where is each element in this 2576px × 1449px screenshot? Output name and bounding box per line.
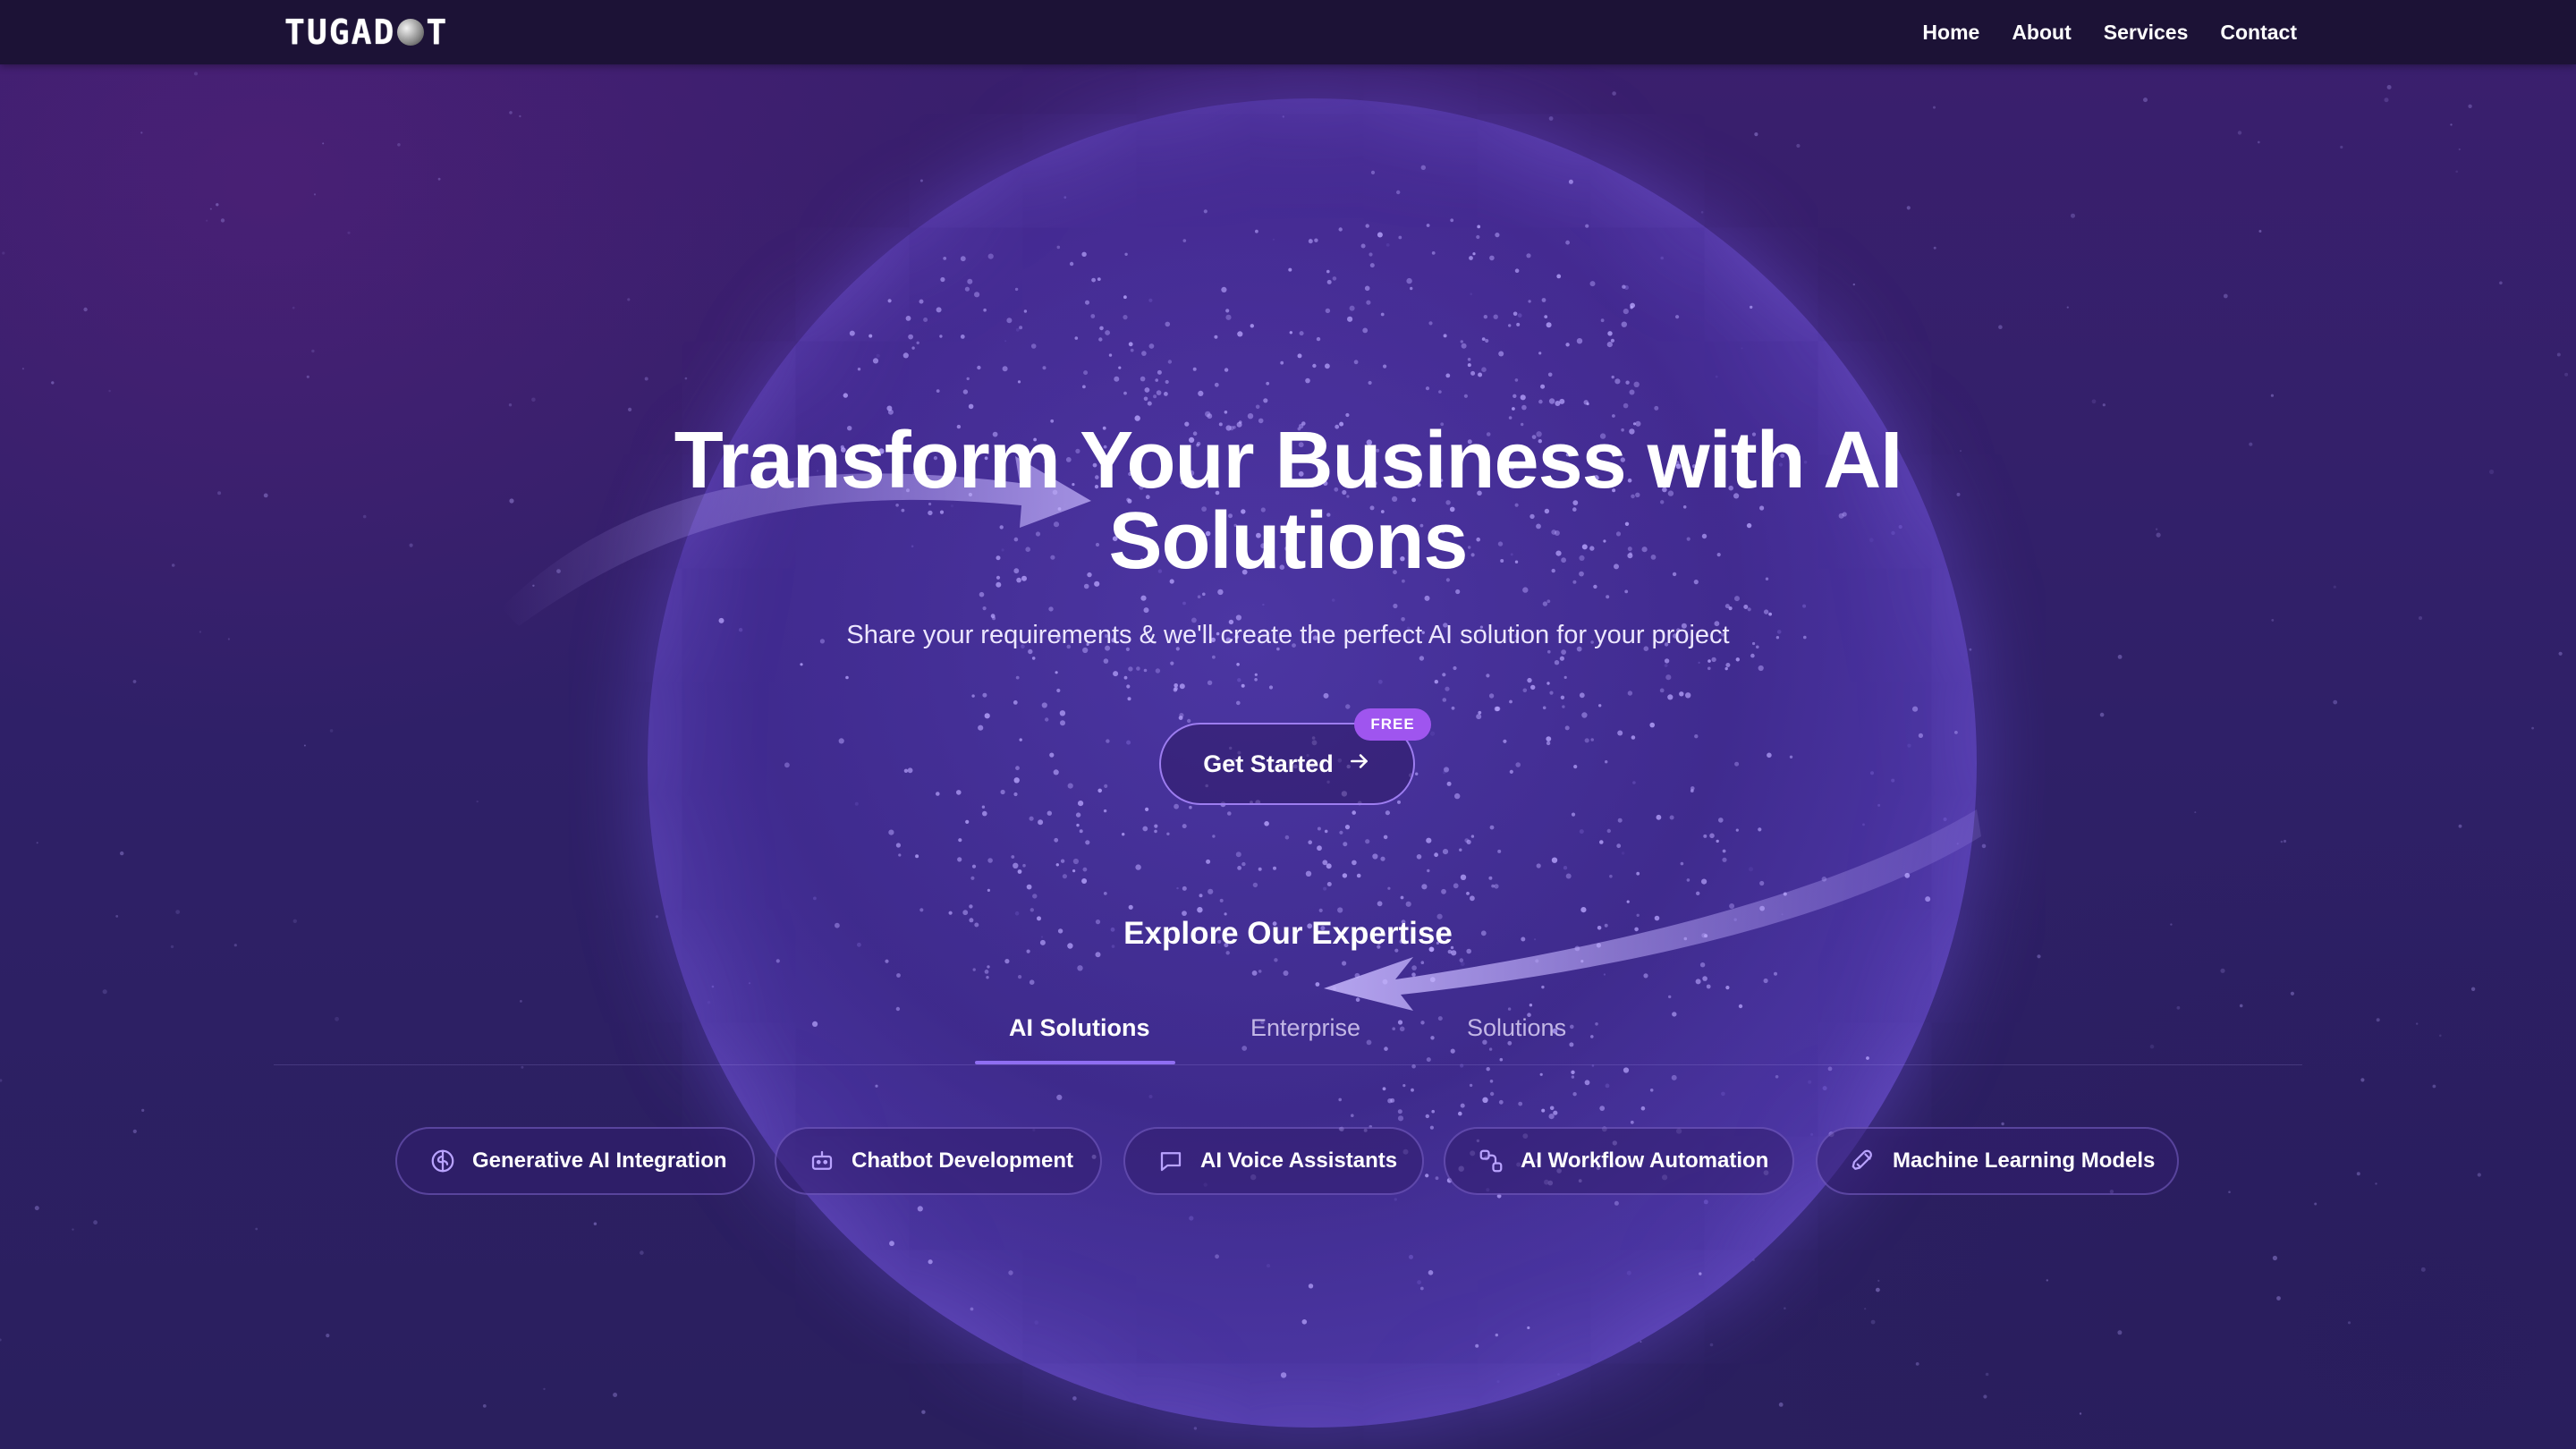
nav-home-link[interactable]: Home bbox=[1922, 21, 1979, 45]
logo-orb-icon bbox=[397, 19, 425, 46]
tab-ai-solutions[interactable]: AI Solutions bbox=[1009, 1014, 1150, 1058]
nav-services-link[interactable]: Services bbox=[2104, 21, 2189, 45]
hero-subtitle: Share your requirements & we'll create t… bbox=[846, 621, 1730, 649]
logo-text-left: TUGAD bbox=[284, 13, 396, 52]
rocket-icon bbox=[1850, 1148, 1877, 1174]
chip-label: Machine Learning Models bbox=[1893, 1148, 2156, 1173]
active-tab-indicator bbox=[975, 1061, 1175, 1064]
free-badge: FREE bbox=[1354, 708, 1431, 741]
expertise-tabs: AI Solutions Enterprise Solutions bbox=[274, 1002, 2302, 1065]
chip-label: AI Voice Assistants bbox=[1200, 1148, 1398, 1173]
tab-solutions[interactable]: Solutions bbox=[1467, 1014, 1566, 1058]
hero-title: Transform Your Business with AI Solution… bbox=[572, 420, 2004, 581]
nav-about-link[interactable]: About bbox=[2012, 21, 2071, 45]
chip-machine-learning-models[interactable]: Machine Learning Models bbox=[1816, 1127, 2179, 1195]
hero-title-line1: Transform Your Business with AI bbox=[674, 416, 1903, 505]
chip-chatbot-development[interactable]: Chatbot Development bbox=[775, 1127, 1102, 1195]
workflow-icon bbox=[1478, 1148, 1504, 1174]
chip-label: Chatbot Development bbox=[852, 1148, 1074, 1173]
hero-title-line2: Solutions bbox=[1108, 496, 1469, 586]
tab-enterprise[interactable]: Enterprise bbox=[1250, 1014, 1360, 1058]
expertise-chip-list: Generative AI Integration Chatbot Develo… bbox=[0, 1127, 2576, 1197]
chip-generative-ai-integration[interactable]: Generative AI Integration bbox=[395, 1127, 755, 1195]
nav-contact-link[interactable]: Contact bbox=[2220, 21, 2297, 45]
chip-label: Generative AI Integration bbox=[472, 1148, 727, 1173]
brand-logo[interactable]: TUGAD T bbox=[284, 13, 449, 52]
bot-icon bbox=[809, 1148, 835, 1174]
chip-ai-voice-assistants[interactable]: AI Voice Assistants bbox=[1123, 1127, 1424, 1195]
expertise-heading: Explore Our Expertise bbox=[1123, 916, 1453, 951]
chip-ai-workflow-automation[interactable]: AI Workflow Automation bbox=[1444, 1127, 1794, 1195]
chip-label: AI Workflow Automation bbox=[1521, 1148, 1769, 1173]
top-navbar: TUGAD T Home About Services Contact bbox=[0, 0, 2576, 64]
nav-menu: Home About Services Contact bbox=[1922, 0, 2297, 64]
get-started-label: Get Started bbox=[1203, 750, 1334, 777]
brain-icon bbox=[429, 1148, 456, 1174]
arrow-right-icon bbox=[1348, 750, 1371, 779]
logo-text-right: T bbox=[426, 13, 449, 52]
chat-bubble-icon bbox=[1157, 1148, 1184, 1174]
